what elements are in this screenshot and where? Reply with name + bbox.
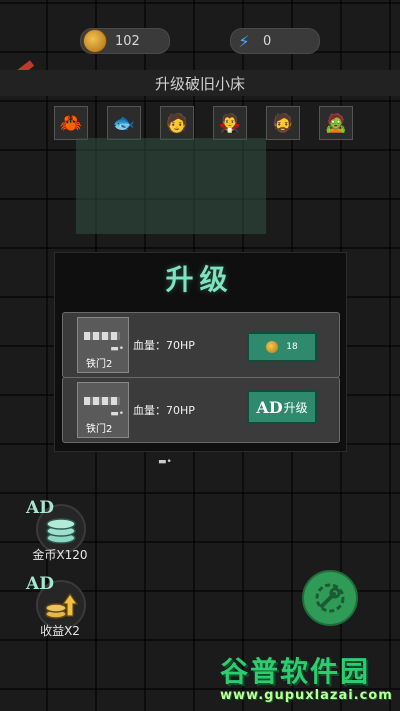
character-tile-6[interactable]: 🧟 — [319, 106, 353, 140]
iron-door-icon — [84, 332, 120, 340]
character-icon: 🧛 — [218, 112, 242, 134]
iron-door-icon — [84, 397, 120, 405]
key-icon: ▬• — [110, 409, 124, 419]
upgrade-option-ad: ▬• 铁门2 血量：70HP AD 升级 — [62, 377, 340, 443]
watermark-url: www.gupuxlazai.com — [220, 688, 393, 703]
character-icon: 🦀 — [59, 112, 83, 134]
hp-text: 血量：70HP — [133, 404, 195, 417]
key-icon: ▬• — [110, 344, 124, 354]
character-row: 🦀 🐟 🧑 🧛 🧔 🧟 — [54, 106, 353, 140]
character-tile-3[interactable]: 🧑 — [160, 106, 194, 140]
energy-counter: ⚡ 0 — [230, 28, 320, 54]
hp-text: 血量：70HP — [133, 339, 195, 352]
coin-count: 102 — [115, 33, 140, 49]
watermark-text: 谷普软件园 — [220, 655, 371, 688]
character-icon: 🧔 — [271, 112, 295, 134]
character-icon: 🐟 — [112, 112, 136, 134]
ad-mark: AD — [26, 498, 54, 518]
character-tile-1[interactable]: 🦀 — [54, 106, 88, 140]
ad-coins-button[interactable]: AD 金币X120 — [22, 498, 98, 564]
key-icon: ▬• — [158, 457, 172, 467]
room-area — [76, 138, 266, 234]
coin-upgrade-button[interactable]: 18 — [247, 332, 317, 362]
character-icon: 🧟 — [324, 112, 348, 134]
dialog-title: 升级 — [165, 263, 234, 296]
ad-income-label: 收益X2 — [40, 624, 80, 638]
watermark: 谷普软件园 www.gupuxlazai.com — [220, 650, 398, 703]
item-name: 铁门2 — [86, 424, 113, 435]
character-icon: 🧑 — [165, 112, 189, 134]
gold-coin-icon — [83, 29, 107, 53]
item-thumbnail: ▬• 铁门2 — [77, 317, 129, 373]
lightning-bolt-icon: ⚡ — [238, 31, 250, 51]
ad-mark: AD — [256, 397, 283, 417]
wrench-icon — [315, 583, 345, 613]
character-tile-4[interactable]: 🧛 — [213, 106, 247, 140]
item-name: 铁门2 — [86, 359, 113, 370]
item-thumbnail: ▬• 铁门2 — [77, 382, 129, 438]
character-tile-2[interactable]: 🐟 — [107, 106, 141, 140]
character-tile-5[interactable]: 🧔 — [266, 106, 300, 140]
upgrade-option-coin: ▬• 铁门2 血量：70HP 18 — [62, 312, 340, 378]
ad-mark: AD — [26, 574, 54, 594]
settings-button[interactable] — [302, 570, 358, 626]
ad-upgrade-button[interactable]: AD 升级 — [247, 390, 317, 424]
upgrade-cost: 18 — [286, 342, 298, 352]
coin-icon — [266, 341, 279, 353]
ad-coins-label: 金币X120 — [32, 548, 88, 562]
page-title: 升级破旧小床 — [0, 70, 400, 96]
ad-income-button[interactable]: AD 收益X2 — [22, 574, 98, 640]
energy-count: 0 — [263, 33, 272, 49]
coin-counter: 102 — [80, 28, 170, 54]
ad-upgrade-label: 升级 — [283, 400, 308, 415]
